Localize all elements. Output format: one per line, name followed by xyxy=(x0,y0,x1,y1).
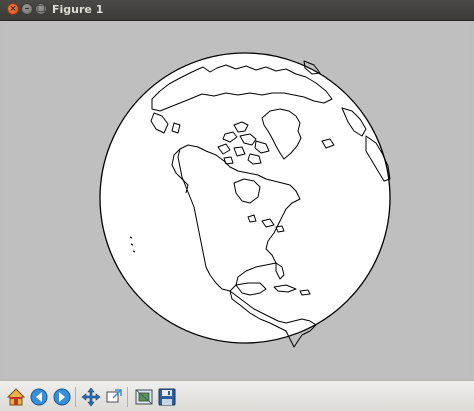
configure-subplots-button[interactable] xyxy=(134,387,154,407)
pan-icon xyxy=(81,387,101,407)
save-button[interactable] xyxy=(157,387,177,407)
zoom-button[interactable] xyxy=(104,387,124,407)
forward-icon xyxy=(53,388,71,406)
close-icon: × xyxy=(9,4,17,14)
back-icon xyxy=(30,388,48,406)
toolbar-separator xyxy=(127,387,128,407)
window-title: Figure 1 xyxy=(52,3,104,16)
home-button[interactable] xyxy=(6,387,26,407)
zoom-icon xyxy=(106,389,122,403)
figure-canvas[interactable] xyxy=(4,21,470,379)
navigation-toolbar xyxy=(0,380,474,411)
map-plot xyxy=(99,52,391,348)
configure-subplots-icon xyxy=(135,389,153,405)
minimize-icon: – xyxy=(24,4,30,14)
forward-button[interactable] xyxy=(52,387,72,407)
toolbar-separator xyxy=(75,387,76,407)
maximize-window-button[interactable]: □ xyxy=(35,3,47,15)
figure-window: × – □ Figure 1 xyxy=(0,0,474,411)
maximize-icon: □ xyxy=(36,4,46,14)
close-window-button[interactable]: × xyxy=(7,3,19,15)
title-bar: × – □ Figure 1 xyxy=(0,0,474,21)
pan-button[interactable] xyxy=(81,387,101,407)
save-icon xyxy=(158,388,176,406)
minimize-window-button[interactable]: – xyxy=(21,3,33,15)
back-button[interactable] xyxy=(29,387,49,407)
home-icon xyxy=(6,388,26,406)
globe-disk xyxy=(99,52,391,344)
